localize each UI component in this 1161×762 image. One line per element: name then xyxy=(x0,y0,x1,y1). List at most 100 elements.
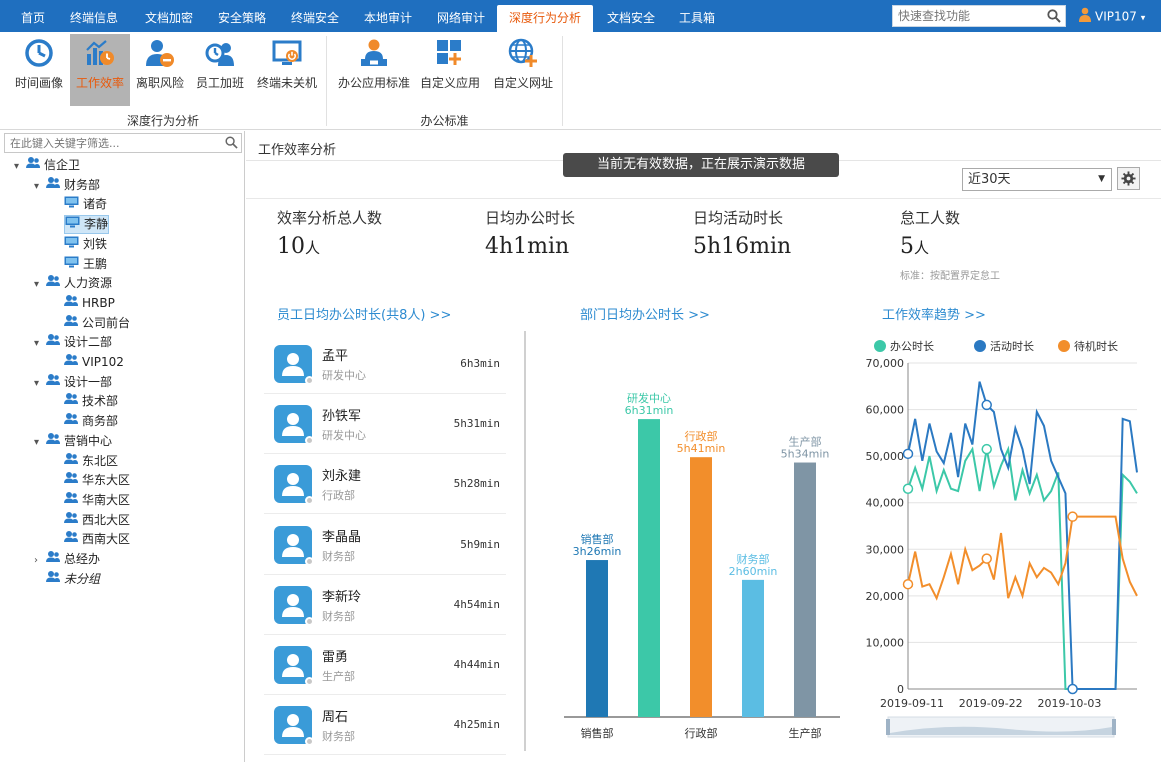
series-line[interactable] xyxy=(907,445,1138,690)
date-range-select[interactable]: 近30天 ▼ xyxy=(962,168,1112,191)
avatar xyxy=(274,465,314,506)
demo-data-banner: 当前无有效数据，正在展示演示数据 xyxy=(563,153,839,177)
chevron-down-icon[interactable]: ▾ xyxy=(34,374,46,393)
chevron-down-icon[interactable]: ▾ xyxy=(34,177,46,196)
tree-node-group[interactable]: ▾ 设计一部 xyxy=(34,373,112,392)
quick-search-input[interactable] xyxy=(893,6,1041,26)
user-desk-icon xyxy=(361,39,387,66)
bar[interactable] xyxy=(794,462,816,717)
nav-tab[interactable]: 深度行为分析 xyxy=(497,5,593,32)
tree-node-group[interactable]: 西南大区 xyxy=(52,530,130,549)
tree-node-group[interactable]: 商务部 xyxy=(52,412,118,431)
tree-node-group[interactable]: HRBP xyxy=(52,294,115,313)
series-point[interactable] xyxy=(981,443,992,455)
tree-node-group[interactable]: ▾ 人力资源 xyxy=(34,274,112,293)
tree-node-group[interactable]: 技术部 xyxy=(52,392,118,411)
nav-tab[interactable]: 网络审计 xyxy=(426,5,496,32)
tree-node-group[interactable]: ▾ 财务部 xyxy=(34,176,100,195)
zoom-handle-left[interactable] xyxy=(886,719,890,735)
series-point[interactable] xyxy=(1067,683,1078,695)
nav-tab[interactable]: 本地审计 xyxy=(353,5,423,32)
y-tick-label: 20,000 xyxy=(866,590,905,603)
user-group-icon xyxy=(46,373,60,392)
bar[interactable] xyxy=(638,419,660,717)
tree-node-computer[interactable]: 王鹏 xyxy=(52,255,107,274)
ribbon-button[interactable]: 时间画像 xyxy=(8,34,70,106)
ribbon-button[interactable]: 员工加班 xyxy=(192,34,248,106)
ribbon-button[interactable]: 工作效率 xyxy=(70,34,130,106)
tree-node-group[interactable]: 东北区 xyxy=(52,452,118,471)
tree-node-group[interactable]: › 总经办 xyxy=(34,550,100,569)
employee-row[interactable]: 雷勇 生产部 4h44min xyxy=(264,635,506,695)
quick-search-box[interactable] xyxy=(892,5,1066,27)
legend-swatch[interactable] xyxy=(974,340,986,352)
bar[interactable] xyxy=(690,457,712,717)
chevron-down-icon[interactable]: ▾ xyxy=(34,334,46,353)
tree-node-group[interactable]: 西北大区 xyxy=(52,511,130,530)
tree-node-group[interactable]: ▾ 信企卫 xyxy=(14,156,80,175)
series-point[interactable] xyxy=(981,553,992,564)
legend-swatch[interactable] xyxy=(874,340,886,352)
user-menu[interactable]: VIP107 ▾ xyxy=(1078,7,1145,25)
ribbon-button[interactable]: 终端未关机 xyxy=(252,34,322,106)
nav-tab[interactable]: 终端信息 xyxy=(59,5,129,32)
tree-node-computer[interactable]: 诸奇 xyxy=(52,195,107,214)
list-scrollbar[interactable] xyxy=(524,331,526,751)
tree-node-group[interactable]: VIP102 xyxy=(52,353,124,372)
chevron-down-icon[interactable]: ▾ xyxy=(14,157,26,176)
nav-tab[interactable]: 安全策略 xyxy=(207,5,277,32)
employee-time: 6h3min xyxy=(460,357,500,370)
nav-tab[interactable]: 文档加密 xyxy=(134,5,204,32)
tree-node-label: 商务部 xyxy=(82,414,119,429)
nav-tab[interactable]: 首页 xyxy=(8,5,58,32)
legend-swatch[interactable] xyxy=(1058,340,1070,352)
chevron-down-icon[interactable]: ▾ xyxy=(34,275,46,294)
ribbon-button[interactable]: 自定义网址 xyxy=(488,34,558,106)
series-line[interactable] xyxy=(907,515,1138,601)
tree-node-group[interactable]: 华东大区 xyxy=(52,471,130,490)
employee-row[interactable]: 李新玲 财务部 4h54min xyxy=(264,575,506,635)
series-point[interactable] xyxy=(902,448,914,460)
chevron-right-icon[interactable]: › xyxy=(34,551,46,570)
tree-node-label: 人力资源 xyxy=(64,276,113,291)
nav-tab[interactable]: 终端安全 xyxy=(280,5,350,32)
bar[interactable] xyxy=(586,560,608,717)
tree-filter-input[interactable] xyxy=(5,134,220,152)
series-point[interactable] xyxy=(902,483,914,494)
tree-node-group[interactable]: 未分组 xyxy=(34,570,100,589)
department-time-link[interactable]: 部门日均办公时长 >> xyxy=(580,304,710,323)
bar[interactable] xyxy=(742,579,764,717)
series-point[interactable] xyxy=(902,578,914,590)
zoom-slider[interactable] xyxy=(886,716,1116,738)
legend-label[interactable]: 待机时长 xyxy=(1074,339,1118,353)
employee-time-link[interactable]: 员工日均办公时长(共8人) >> xyxy=(277,304,451,323)
series-point[interactable] xyxy=(981,399,992,411)
employee-row[interactable]: 李晶晶 财务部 5h9min xyxy=(264,515,506,575)
tree-node-computer[interactable]: 刘铁 xyxy=(52,235,107,254)
tree-node-group[interactable]: ▾ 设计二部 xyxy=(34,333,112,352)
legend-label[interactable]: 办公时长 xyxy=(890,340,934,353)
ribbon-button[interactable]: 办公应用标准 xyxy=(332,34,416,106)
search-icon[interactable] xyxy=(1047,9,1061,26)
search-icon[interactable] xyxy=(225,136,238,152)
zoom-handle-right[interactable] xyxy=(1112,719,1116,735)
legend-label[interactable]: 活动时长 xyxy=(990,340,1034,353)
employee-row[interactable]: 刘永建 行政部 5h28min xyxy=(264,454,506,515)
tree-node-group[interactable]: ▾ 营销中心 xyxy=(34,432,112,451)
efficiency-trend-link[interactable]: 工作效率趋势 >> xyxy=(882,304,986,323)
employee-row[interactable]: 周石 财务部 4h25min xyxy=(264,695,506,756)
tree-filter-box[interactable] xyxy=(4,133,242,153)
ribbon-button[interactable]: 离职风险 xyxy=(132,34,188,106)
employee-row[interactable]: 孟平 研发中心 6h3min xyxy=(264,334,506,394)
ribbon-button[interactable]: 自定义应用 xyxy=(417,34,483,106)
tree-node-group[interactable]: 华南大区 xyxy=(52,491,130,510)
settings-button[interactable] xyxy=(1117,167,1140,190)
chevron-down-icon[interactable]: ▾ xyxy=(34,433,46,452)
nav-tab[interactable]: 工具箱 xyxy=(669,5,725,32)
tree-node-group[interactable]: 公司前台 xyxy=(52,314,130,333)
efficiency-chart-icon xyxy=(86,40,114,65)
nav-tab[interactable]: 文档安全 xyxy=(596,5,666,32)
series-point[interactable] xyxy=(1067,511,1078,522)
employee-row[interactable]: 孙铁军 研发中心 5h31min xyxy=(264,394,506,455)
tree-node-computer[interactable]: 李静 xyxy=(64,215,110,235)
